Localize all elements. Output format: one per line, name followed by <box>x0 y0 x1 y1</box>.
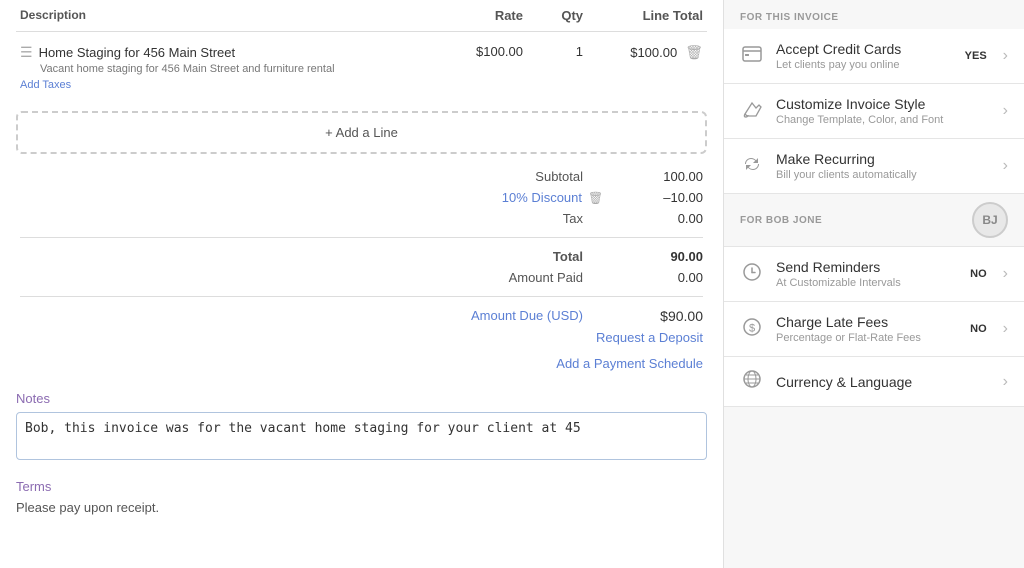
request-deposit-link[interactable]: Request a Deposit <box>596 330 703 345</box>
customize-invoice-chevron: › <box>1003 102 1008 120</box>
accept-credit-cards-content: Accept Credit Cards Let clients pay you … <box>776 41 953 71</box>
amount-due-row: Amount Due (USD) $90.00 <box>20 305 703 327</box>
charge-late-fees-chevron: › <box>1003 320 1008 338</box>
drag-handle-icon[interactable]: ☰ <box>20 44 33 61</box>
charge-late-fees-subtitle: Percentage or Flat-Rate Fees <box>776 332 958 344</box>
terms-section: Terms Please pay upon receipt. <box>16 479 707 515</box>
tax-label: Tax <box>463 211 583 226</box>
for-invoice-title: FOR THIS INVOICE <box>724 0 1024 29</box>
late-fees-icon: $ <box>740 317 764 342</box>
right-item-send-reminders[interactable]: Send Reminders At Customizable Intervals… <box>724 247 1024 302</box>
line-item: ☰ Home Staging for 456 Main Street Vacan… <box>16 36 707 99</box>
make-recurring-chevron: › <box>1003 157 1008 175</box>
line-item-subtitle: Vacant home staging for 456 Main Street … <box>20 63 423 75</box>
for-client-label: FOR BOB JONE <box>740 215 822 226</box>
add-line-button[interactable]: + Add a Line <box>16 111 707 154</box>
notes-input[interactable]: Bob, this invoice was for the vacant hom… <box>16 412 707 460</box>
customize-invoice-title: Customize Invoice Style <box>776 96 991 112</box>
charge-late-fees-content: Charge Late Fees Percentage or Flat-Rate… <box>776 314 958 344</box>
invoice-right-panel: FOR THIS INVOICE Accept Credit Cards Let… <box>724 0 1024 568</box>
subtotal-value: 100.00 <box>643 169 703 184</box>
accept-credit-cards-chevron: › <box>1003 47 1008 65</box>
currency-language-content: Currency & Language <box>776 374 991 390</box>
right-item-currency-language[interactable]: Currency & Language › <box>724 357 1024 407</box>
currency-language-title: Currency & Language <box>776 374 991 390</box>
header-rate: Rate <box>423 8 523 23</box>
send-reminders-subtitle: At Customizable Intervals <box>776 277 958 289</box>
header-qty: Qty <box>523 8 583 23</box>
svg-text:$: $ <box>749 322 755 334</box>
table-header: Description Rate Qty Line Total <box>16 0 707 32</box>
customize-invoice-content: Customize Invoice Style Change Template,… <box>776 96 991 126</box>
tax-value: 0.00 <box>643 211 703 226</box>
delete-line-icon[interactable]: 🗑 <box>685 44 703 61</box>
line-item-description: ☰ Home Staging for 456 Main Street Vacan… <box>20 44 423 91</box>
tax-row: Tax 0.00 <box>20 208 703 229</box>
for-client-section: FOR BOB JONE BJ <box>724 194 1024 247</box>
subtotal-label: Subtotal <box>463 169 583 184</box>
add-taxes-link[interactable]: Add Taxes <box>20 79 423 91</box>
send-reminders-title: Send Reminders <box>776 259 958 275</box>
amount-paid-label: Amount Paid <box>463 270 583 285</box>
right-item-customize-invoice[interactable]: Customize Invoice Style Change Template,… <box>724 84 1024 139</box>
send-reminders-chevron: › <box>1003 265 1008 283</box>
accept-credit-cards-subtitle: Let clients pay you online <box>776 59 953 71</box>
notes-label: Notes <box>16 391 707 406</box>
currency-language-icon <box>740 369 764 394</box>
discount-label[interactable]: 10% Discount <box>502 190 582 205</box>
header-line-total: Line Total <box>583 8 703 23</box>
amount-due-label[interactable]: Amount Due (USD) <box>463 308 583 324</box>
client-avatar: BJ <box>972 202 1008 238</box>
totals-divider <box>20 237 703 238</box>
terms-label: Terms <box>16 479 707 494</box>
total-row: Total 90.00 <box>20 246 703 267</box>
right-item-make-recurring[interactable]: Make Recurring Bill your clients automat… <box>724 139 1024 194</box>
line-item-qty: 1 <box>523 44 583 59</box>
line-item-total: $100.00 🗑 <box>583 44 703 61</box>
total-value: 90.00 <box>643 249 703 264</box>
accept-credit-cards-badge: YES <box>965 50 987 62</box>
payment-schedule-link[interactable]: Add a Payment Schedule <box>556 356 703 371</box>
customize-icon <box>740 100 764 123</box>
charge-late-fees-title: Charge Late Fees <box>776 314 958 330</box>
line-item-title: ☰ Home Staging for 456 Main Street <box>20 44 423 61</box>
invoice-left-panel: Description Rate Qty Line Total ☰ Home S… <box>0 0 724 568</box>
send-reminders-badge: NO <box>970 268 987 280</box>
discount-delete-icon[interactable]: 🗑 <box>588 191 603 205</box>
customize-invoice-subtitle: Change Template, Color, and Font <box>776 114 991 126</box>
request-deposit-row: Request a Deposit <box>20 327 703 348</box>
send-reminders-content: Send Reminders At Customizable Intervals <box>776 259 958 289</box>
amount-due-value: $90.00 <box>643 308 703 324</box>
amount-paid-value: 0.00 <box>643 270 703 285</box>
totals-section: Subtotal 100.00 10% Discount 🗑 –10.00 Ta… <box>16 166 707 375</box>
recurring-icon <box>740 155 764 178</box>
total-label: Total <box>463 249 583 264</box>
terms-text: Please pay upon receipt. <box>16 500 707 515</box>
right-item-accept-credit-cards[interactable]: Accept Credit Cards Let clients pay you … <box>724 29 1024 84</box>
header-description: Description <box>20 8 423 23</box>
discount-row: 10% Discount 🗑 –10.00 <box>20 187 703 208</box>
discount-value: –10.00 <box>663 190 703 205</box>
amount-paid-row: Amount Paid 0.00 <box>20 267 703 288</box>
charge-late-fees-badge: NO <box>970 323 987 335</box>
credit-card-icon <box>740 46 764 67</box>
accept-credit-cards-title: Accept Credit Cards <box>776 41 953 57</box>
right-item-charge-late-fees[interactable]: $ Charge Late Fees Percentage or Flat-Ra… <box>724 302 1024 357</box>
reminders-icon <box>740 262 764 287</box>
notes-section: Notes Bob, this invoice was for the vaca… <box>16 391 707 463</box>
make-recurring-content: Make Recurring Bill your clients automat… <box>776 151 991 181</box>
line-item-rate: $100.00 <box>423 44 523 59</box>
subtotal-row: Subtotal 100.00 <box>20 166 703 187</box>
totals-divider2 <box>20 296 703 297</box>
make-recurring-title: Make Recurring <box>776 151 991 167</box>
currency-language-chevron: › <box>1003 373 1008 391</box>
make-recurring-subtitle: Bill your clients automatically <box>776 169 991 181</box>
payment-schedule-row: Add a Payment Schedule <box>20 348 703 375</box>
